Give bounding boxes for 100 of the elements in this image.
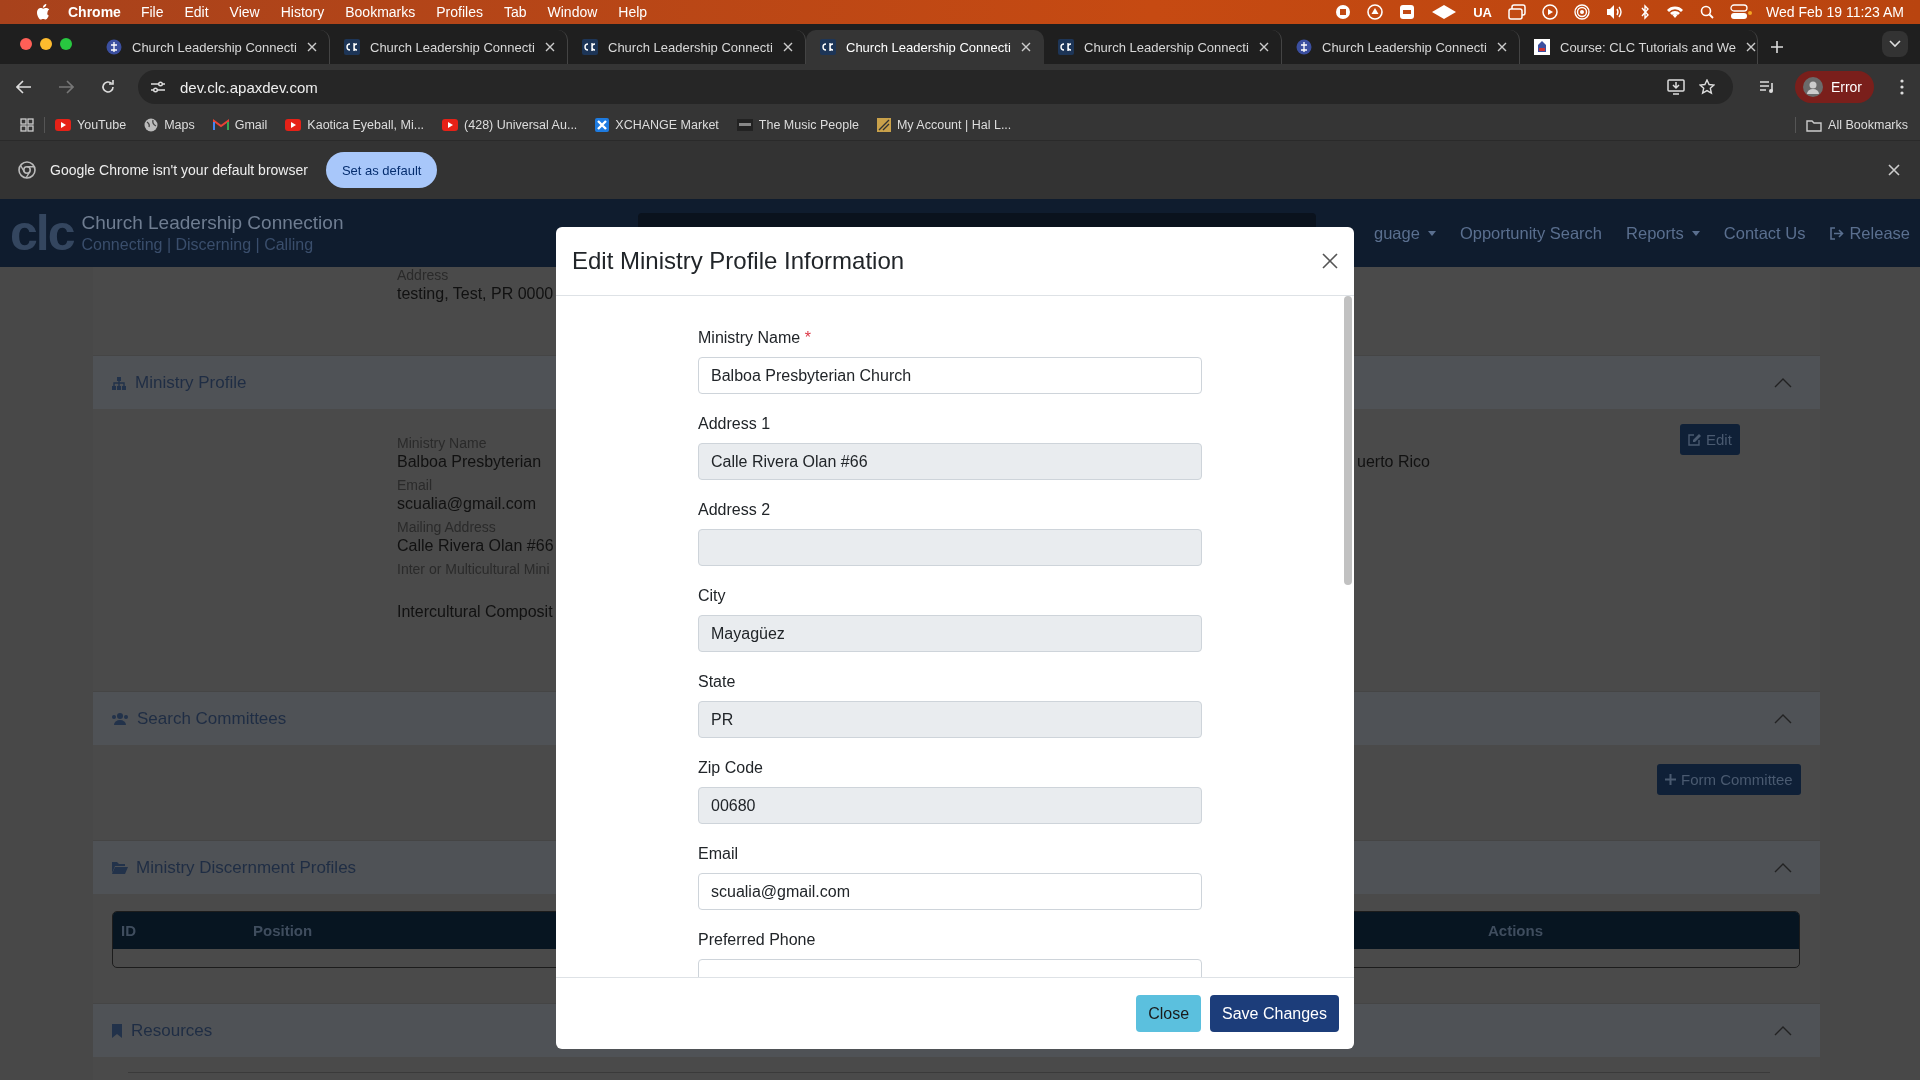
- search-icon[interactable]: [1700, 5, 1714, 19]
- play-button-icon: [442, 119, 459, 131]
- bookmark-icon: [111, 1023, 123, 1038]
- menu-item[interactable]: View: [229, 4, 260, 20]
- more-icon[interactable]: [1900, 79, 1904, 95]
- stack-icon[interactable]: [1508, 4, 1526, 20]
- scrollbar[interactable]: [1344, 296, 1352, 585]
- field-label: Preferred Phone: [698, 931, 817, 950]
- star-icon[interactable]: [1698, 79, 1715, 95]
- field-value: Calle Rivera Olan #66: [397, 537, 554, 555]
- menu-item[interactable]: Profiles: [436, 4, 483, 20]
- field-label: Address 1: [698, 415, 772, 434]
- play-button-icon: [55, 119, 71, 131]
- all-bookmarks-button[interactable]: All Bookmarks: [1806, 118, 1908, 132]
- sitemap-icon: [111, 375, 127, 390]
- input-field[interactable]: scualia@gmail.com: [698, 873, 1202, 910]
- menu-item[interactable]: Edit: [184, 4, 209, 20]
- wifi-icon[interactable]: [1666, 5, 1684, 19]
- menu-app-name[interactable]: Chrome: [68, 4, 121, 20]
- close-button[interactable]: Close: [1136, 995, 1202, 1032]
- address-bar[interactable]: dev.clc.apaxdev.com: [138, 70, 1733, 104]
- minimize-window-icon[interactable]: [40, 38, 52, 50]
- field-value: uerto Rico: [1357, 453, 1430, 470]
- mail-icon: [212, 119, 229, 131]
- cross-icon: [595, 118, 610, 132]
- seal-icon: [1534, 39, 1550, 55]
- chevron-down-icon: [1889, 40, 1901, 48]
- menu-item[interactable]: Window: [547, 4, 598, 20]
- volume-icon[interactable]: [1606, 4, 1624, 20]
- record-icon[interactable]: [1335, 4, 1352, 20]
- field-label: Zip Code: [698, 759, 764, 778]
- menu-item[interactable]: Bookmarks: [345, 4, 416, 20]
- folder-icon: [1806, 118, 1823, 132]
- plus-icon: [1665, 774, 1676, 785]
- logo-icon: [1058, 39, 1074, 55]
- menu-item[interactable]: History: [280, 4, 325, 20]
- bookmark[interactable]: XCHANGE Market: [595, 118, 719, 132]
- field-label: City: [698, 587, 727, 606]
- seal-icon: [1296, 39, 1312, 55]
- play-button-icon: [285, 119, 302, 131]
- dialog-title: Edit Ministry Profile Information: [572, 247, 905, 275]
- control-center-icon[interactable]: [1730, 4, 1752, 20]
- broadcast-icon[interactable]: [1574, 4, 1590, 20]
- bookmark[interactable]: The Music People: [736, 118, 859, 132]
- bookmark[interactable]: Kaotica Eyeball, Mi...: [285, 118, 425, 132]
- profile-button[interactable]: Error: [1794, 71, 1874, 103]
- play-icon[interactable]: [1542, 4, 1558, 20]
- browser-tab[interactable]: Church Leadership Connecti: [806, 30, 1044, 64]
- menu-item[interactable]: Help: [618, 4, 648, 20]
- logo-icon: [582, 39, 598, 55]
- field-label: Address 2: [698, 501, 772, 520]
- close-icon[interactable]: [1322, 253, 1338, 269]
- edit-icon: [1688, 433, 1701, 446]
- apple-icon[interactable]: [36, 4, 50, 20]
- infobar-message: Google Chrome isn't your default browser: [50, 162, 308, 178]
- install-icon[interactable]: [1666, 79, 1685, 95]
- bookmark[interactable]: My Account | Hal L...: [876, 118, 1012, 132]
- bookmark[interactable]: Maps: [144, 118, 195, 132]
- playlist-icon[interactable]: [1758, 80, 1775, 94]
- bookmark[interactable]: YouTube: [55, 118, 127, 132]
- tune-icon[interactable]: [150, 80, 166, 94]
- bluetooth-icon[interactable]: [1640, 4, 1650, 20]
- set-default-button[interactable]: Set as default: [325, 152, 438, 188]
- new-tab-icon[interactable]: [1770, 40, 1784, 54]
- avatar-icon: [1802, 77, 1823, 97]
- forward-icon[interactable]: [58, 80, 74, 94]
- apps-icon[interactable]: [20, 118, 34, 132]
- close-window-icon[interactable]: [20, 38, 32, 50]
- logo-icon: [820, 39, 836, 55]
- logo-icon: [344, 39, 360, 55]
- field-label: Email: [698, 845, 739, 864]
- maximize-window-icon[interactable]: [60, 38, 72, 50]
- menu-clock[interactable]: Wed Feb 19 11:23 AM: [1766, 4, 1904, 20]
- chrome-icon: [18, 161, 36, 179]
- tile-icon: [876, 118, 891, 132]
- users-icon: [111, 712, 129, 725]
- bookmark[interactable]: Gmail: [212, 118, 268, 132]
- field-value: scualia@gmail.com: [397, 495, 536, 513]
- window-icon[interactable]: [1399, 4, 1416, 20]
- column-header: ID: [121, 922, 136, 939]
- status-text[interactable]: UA: [1473, 4, 1492, 20]
- reload-icon[interactable]: [100, 79, 116, 95]
- menu-item[interactable]: Tab: [503, 4, 527, 20]
- save-button[interactable]: Save Changes: [1210, 995, 1339, 1032]
- site-title: Church Leadership Connection: [81, 212, 344, 234]
- field-label: Ministry Name *: [698, 329, 812, 348]
- menu-item[interactable]: File: [140, 4, 164, 20]
- bookmark[interactable]: (428) Universal Au...: [442, 118, 578, 132]
- input-field[interactable]: Balboa Presbyterian Church: [698, 357, 1202, 394]
- column-header: Actions: [1488, 922, 1543, 939]
- tab-search-button[interactable]: [1882, 31, 1908, 57]
- column-header: Position: [253, 922, 313, 939]
- back-icon[interactable]: [16, 80, 32, 94]
- diamond-icon[interactable]: [1431, 4, 1458, 20]
- globe-icon: [144, 118, 159, 132]
- sign-out-icon: [1829, 226, 1845, 240]
- folder-icon: [111, 861, 128, 874]
- field-label: State: [698, 673, 737, 692]
- badge-icon: [736, 119, 753, 131]
- site-tagline: Connecting | Discerning | Calling: [81, 236, 315, 254]
